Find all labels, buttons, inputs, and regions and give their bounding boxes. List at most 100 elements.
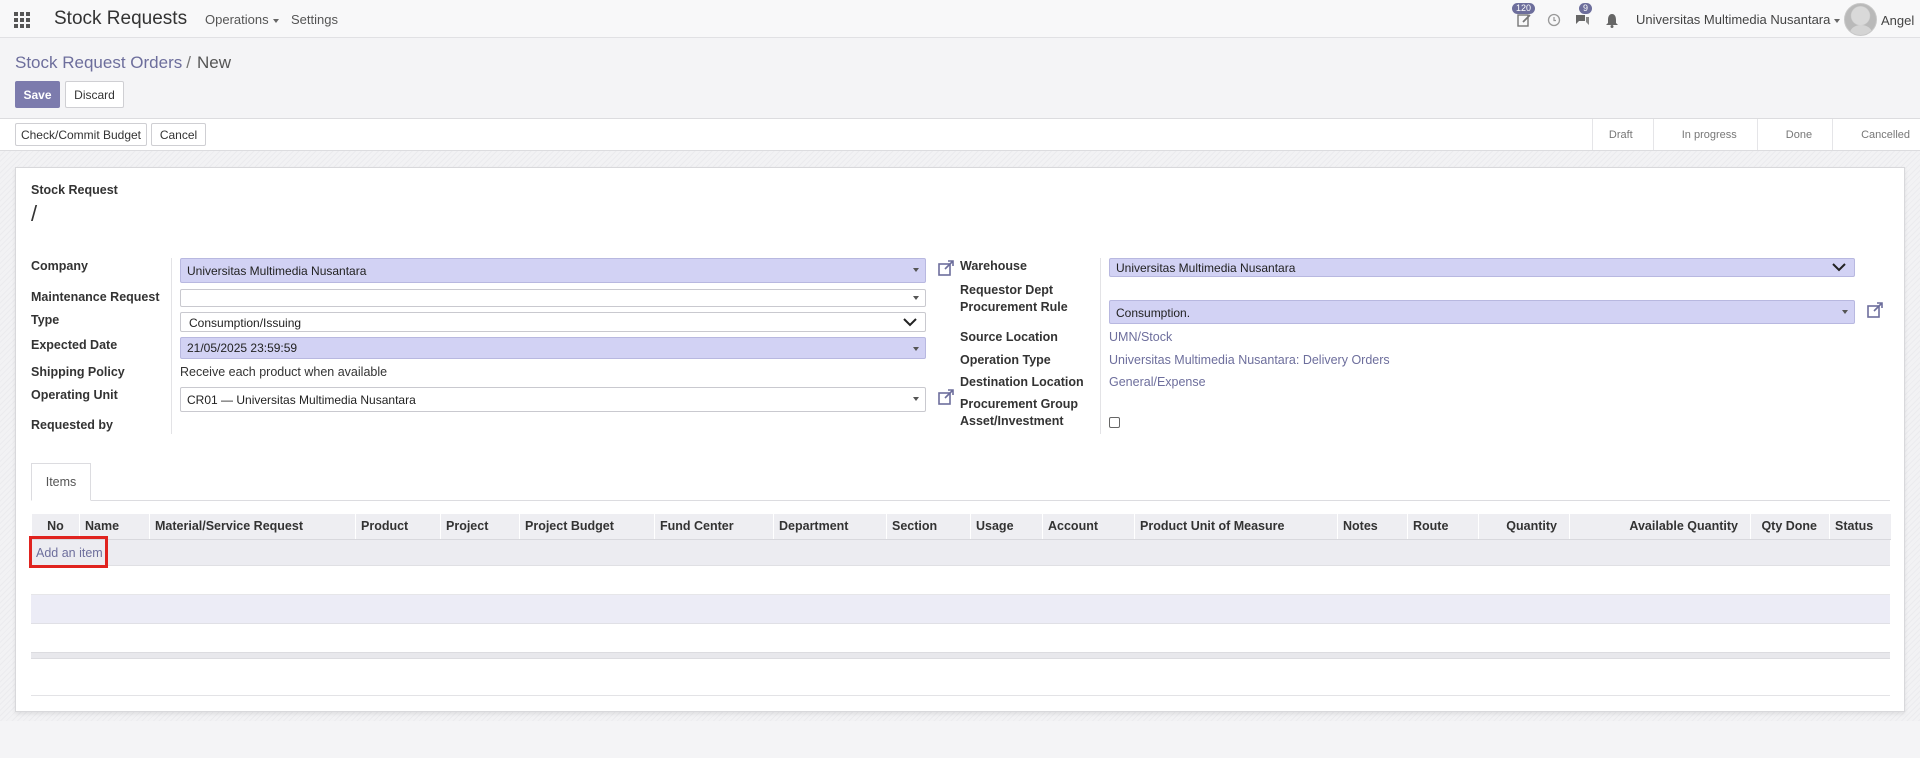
column-divider [171, 258, 172, 434]
bell-icon[interactable] [1603, 11, 1621, 29]
dropdown-caret-icon [913, 268, 919, 272]
company-value: Universitas Multimedia Nusantara [187, 264, 367, 278]
dropdown-caret-icon [1842, 310, 1848, 314]
destination-location-label: Destination Location [960, 375, 1084, 389]
check-commit-budget-button[interactable]: Check/Commit Budget [15, 123, 147, 146]
divider [31, 695, 1890, 696]
tab-underline [31, 500, 1890, 501]
warehouse-value: Universitas Multimedia Nusantara [1116, 261, 1296, 275]
column-header[interactable]: Available Quantity [1569, 514, 1751, 540]
tab-items[interactable]: Items [31, 463, 91, 501]
stage-done[interactable]: Done [1756, 119, 1833, 150]
source-location-value[interactable]: UMN/Stock [1109, 330, 1172, 344]
status-bar: Check/Commit Budget Cancel Draft In prog… [0, 118, 1920, 151]
operating-unit-value: CR01 — Universitas Multimedia Nusantara [187, 393, 416, 407]
column-header[interactable]: Product [355, 514, 441, 540]
type-select[interactable]: Consumption/Issuing [180, 312, 926, 332]
discard-button[interactable]: Discard [65, 81, 124, 108]
chevron-down-icon [903, 318, 917, 327]
menu-operations[interactable]: Operations [205, 12, 279, 27]
column-header[interactable]: Status [1829, 514, 1891, 540]
expected-date-value: 21/05/2025 23:59:59 [187, 341, 298, 355]
items-table: No Name Material/Service Request Product… [31, 514, 1891, 540]
external-link-icon[interactable] [937, 259, 955, 277]
requested-by-label: Requested by [31, 418, 113, 432]
table-row [31, 624, 1890, 652]
breadcrumb-separator: / [186, 53, 191, 72]
dropdown-caret-icon [913, 347, 919, 351]
column-header[interactable]: Fund Center [654, 514, 774, 540]
app-title: Stock Requests [54, 8, 188, 29]
dropdown-caret-icon [913, 397, 919, 401]
messages-count-badge: 9 [1579, 3, 1593, 14]
caret-down-icon [272, 18, 279, 23]
company-switcher[interactable]: Universitas Multimedia Nusantara [1636, 12, 1841, 27]
record-name: / [31, 201, 38, 226]
column-header[interactable]: Material/Service Request [149, 514, 356, 540]
avatar[interactable] [1844, 3, 1877, 36]
stage-draft[interactable]: Draft [1591, 119, 1653, 150]
menu-settings[interactable]: Settings [291, 12, 338, 27]
column-header[interactable]: Quantity [1478, 514, 1570, 540]
column-header[interactable]: Product Unit of Measure [1134, 514, 1338, 540]
operating-unit-field[interactable]: CR01 — Universitas Multimedia Nusantara [180, 387, 926, 412]
add-item-row: Add an item [31, 540, 1890, 566]
procurement-group-label: Procurement Group [960, 397, 1079, 411]
maintenance-request-field[interactable] [180, 289, 926, 307]
maintenance-request-label: Maintenance Request [31, 290, 160, 304]
asset-investment-label: Asset/Investment [960, 414, 1064, 428]
menu-settings-label: Settings [291, 12, 338, 27]
column-header[interactable]: Notes [1337, 514, 1408, 540]
chevron-down-icon [1832, 263, 1846, 272]
expected-date-label: Expected Date [31, 338, 118, 352]
external-link-icon[interactable] [937, 388, 955, 406]
table-row [31, 566, 1890, 595]
procurement-rule-label: Procurement Rule [960, 300, 1068, 314]
destination-location-value[interactable]: General/Expense [1109, 375, 1206, 389]
items-header-row: No Name Material/Service Request Product… [31, 514, 1891, 540]
table-footer [31, 652, 1890, 659]
type-value: Consumption/Issuing [189, 316, 302, 330]
company-label: Company [31, 259, 88, 273]
column-header[interactable]: Project [440, 514, 520, 540]
warehouse-label: Warehouse [960, 259, 1027, 273]
clock-icon[interactable] [1545, 11, 1563, 29]
shipping-policy-value[interactable]: Receive each product when available [180, 365, 387, 379]
stage-in-progress[interactable]: In progress [1652, 119, 1757, 150]
expected-date-field[interactable]: 21/05/2025 23:59:59 [180, 337, 926, 359]
operation-type-value[interactable]: Universitas Multimedia Nusantara: Delive… [1109, 353, 1390, 367]
warehouse-select[interactable]: Universitas Multimedia Nusantara [1109, 258, 1855, 277]
type-label: Type [31, 313, 60, 327]
cancel-button[interactable]: Cancel [151, 123, 206, 146]
user-name[interactable]: Angel [1881, 13, 1914, 28]
procurement-rule-field[interactable]: Consumption. [1109, 300, 1855, 324]
dropdown-caret-icon [913, 296, 919, 300]
column-header[interactable]: Route [1407, 514, 1479, 540]
menu-operations-label: Operations [205, 12, 269, 27]
shipping-policy-label: Shipping Policy [31, 365, 125, 379]
breadcrumb-parent[interactable]: Stock Request Orders [15, 53, 182, 72]
column-header[interactable]: Project Budget [519, 514, 655, 540]
edit-activity-icon[interactable]: 120 [1512, 3, 1536, 29]
column-divider [1100, 258, 1101, 434]
stage-cancelled[interactable]: Cancelled [1832, 119, 1920, 150]
caret-down-icon [1834, 18, 1841, 23]
external-link-icon[interactable] [1866, 301, 1884, 319]
company-field[interactable]: Universitas Multimedia Nusantara [180, 258, 926, 283]
apps-grid-icon[interactable] [14, 12, 30, 28]
table-row [31, 595, 1890, 624]
column-header[interactable]: Account [1042, 514, 1135, 540]
company-switcher-label: Universitas Multimedia Nusantara [1636, 12, 1831, 27]
title-label: Stock Request [31, 183, 118, 197]
breadcrumb: Stock Request Orders / New [15, 53, 231, 73]
save-button[interactable]: Save [15, 81, 60, 108]
column-header[interactable]: Department [773, 514, 887, 540]
asset-investment-checkbox[interactable] [1109, 417, 1120, 428]
column-header[interactable]: Usage [970, 514, 1043, 540]
operation-type-label: Operation Type [960, 353, 1051, 367]
column-header[interactable]: Qty Done [1750, 514, 1830, 540]
chat-icon[interactable]: 9 [1573, 3, 1593, 29]
top-navbar: Stock Requests Operations Settings 120 9… [0, 0, 1920, 38]
breadcrumb-current: New [196, 53, 231, 72]
column-header[interactable]: Section [886, 514, 971, 540]
